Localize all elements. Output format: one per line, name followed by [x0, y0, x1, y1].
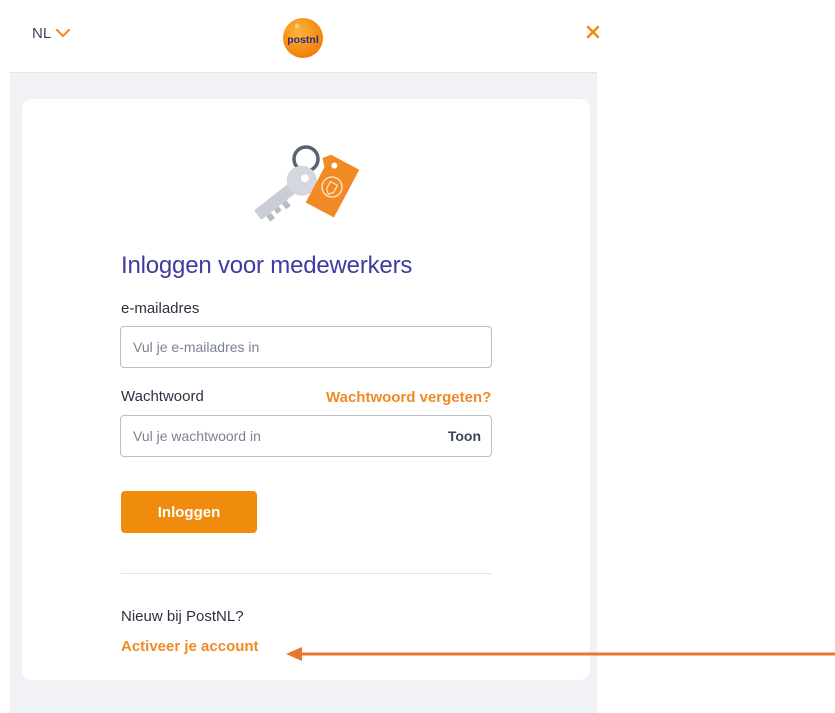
email-input[interactable] — [133, 327, 433, 367]
postnl-logo: postnl — [283, 18, 323, 58]
activate-account-link[interactable]: Activeer je account — [121, 638, 259, 655]
password-label: Wachtwoord — [121, 388, 204, 405]
close-icon[interactable] — [586, 25, 600, 39]
login-button[interactable]: Inloggen — [121, 491, 257, 533]
keys-illustration — [254, 145, 360, 222]
language-code: NL — [32, 24, 52, 42]
new-user-text: Nieuw bij PostNL? — [121, 608, 244, 625]
password-input[interactable] — [133, 416, 433, 456]
chevron-down-icon — [56, 28, 71, 37]
logo-text: postnl — [287, 34, 319, 46]
email-field[interactable] — [120, 326, 492, 368]
language-selector[interactable]: NL — [32, 24, 71, 42]
password-field[interactable]: Toon — [120, 415, 492, 457]
forgot-password-link[interactable]: Wachtwoord vergeten? — [326, 389, 491, 406]
show-password-button[interactable]: Toon — [448, 428, 481, 444]
login-page: NL postnl Inloggen voor medewerkers e-ma… — [0, 0, 835, 713]
annotation-arrow — [286, 647, 835, 661]
page-title: Inloggen voor medewerkers — [121, 252, 413, 279]
email-label: e-mailadres — [121, 300, 200, 317]
divider — [121, 573, 492, 574]
top-bar: NL postnl — [10, 0, 600, 73]
